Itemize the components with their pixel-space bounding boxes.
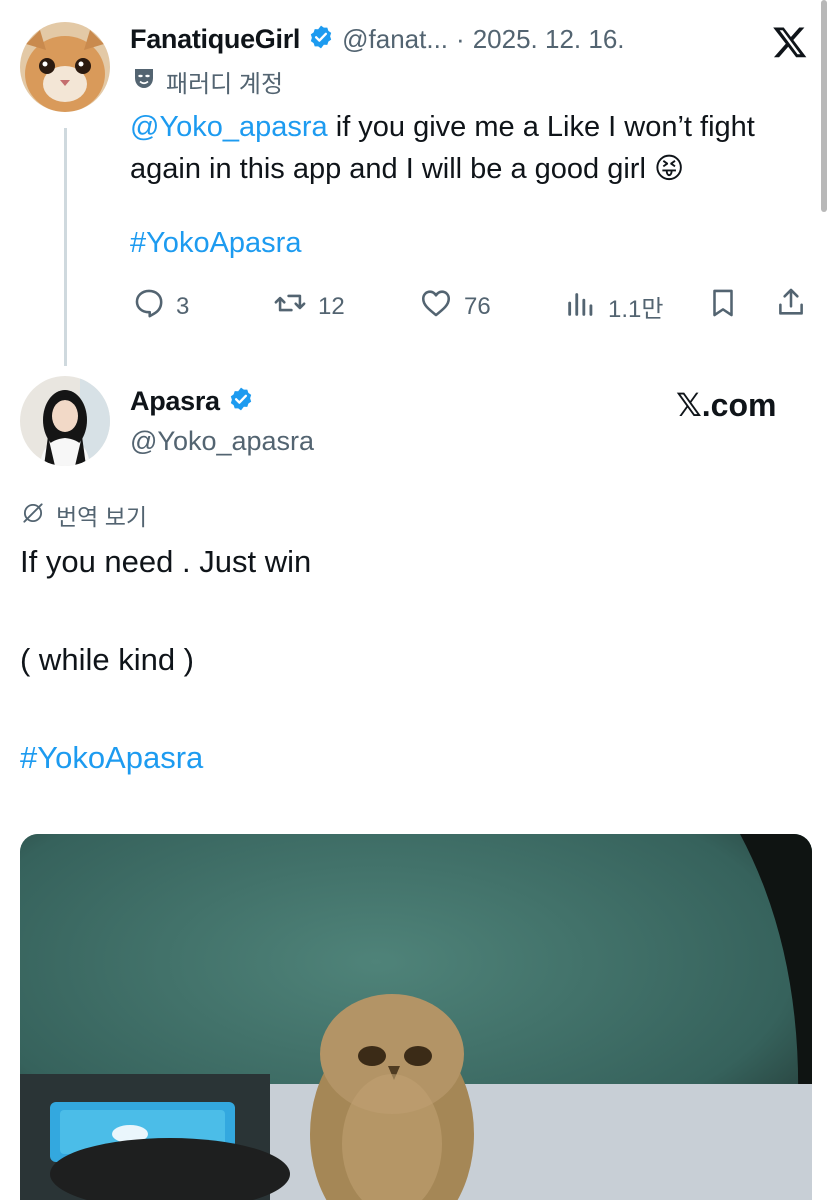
share-button[interactable] [774,284,808,325]
views-button[interactable]: 1.1만 [564,286,663,327]
bookmark-button[interactable] [706,286,740,325]
like-button[interactable]: 76 [418,286,491,327]
thread-line [64,128,67,366]
hashtag-link[interactable]: #YokoApasra [130,227,301,260]
retweet-button[interactable]: 12 [272,286,345,327]
verified-badge-icon [228,386,254,417]
share-icon [774,288,808,324]
tweet-text-line1: If you need . Just win [20,544,312,579]
heart-icon [418,286,454,327]
like-count: 76 [464,292,491,320]
retweet-icon [272,286,308,327]
bookmark-icon [706,289,740,324]
tweet-text-line2: ( while kind ) [20,642,194,677]
views-chart-icon [564,286,598,327]
translate-globe-icon [20,500,46,531]
views-count: 1.1만 [608,296,664,323]
profile-photo-image [20,376,110,466]
cat-avatar-image [20,22,110,112]
display-name[interactable]: FanatiqueGirl [130,24,300,55]
mention-link[interactable]: @Yoko_apasra [130,111,328,143]
tweet-text-line2: again in this app and I will be a good g… [130,153,685,185]
scrollbar[interactable] [821,0,827,212]
theater-mask-icon [132,66,156,97]
reply-icon [132,286,166,327]
owl-photo [20,834,812,1200]
handle[interactable]: @Yoko_apasra [130,426,314,457]
verified-badge-icon [308,24,334,55]
display-name[interactable]: Apasra [130,386,220,417]
tweet-text-line1: if you give me a Like I won’t fight [327,111,755,143]
retweet-count: 12 [318,292,345,320]
reply-count: 3 [176,292,190,320]
separator: · [456,24,465,54]
tweet-media-image[interactable] [20,834,812,1200]
timestamp[interactable]: 2025. 12. 16. [473,24,625,55]
translate-label: 번역 보기 [56,504,148,530]
parody-account-label: 패러디 계정 [166,71,284,98]
handle[interactable]: @fanat... [342,24,448,55]
translate-button[interactable]: 번역 보기 [20,498,147,532]
avatar-fanatiquegirl[interactable] [20,22,110,112]
avatar-apasra[interactable] [20,376,110,466]
hashtag-link[interactable]: #YokoApasra [20,740,203,776]
x-com-watermark: 𝕏.com [676,387,777,423]
x-logo-icon[interactable] [772,24,808,60]
reply-button[interactable]: 3 [132,286,189,327]
